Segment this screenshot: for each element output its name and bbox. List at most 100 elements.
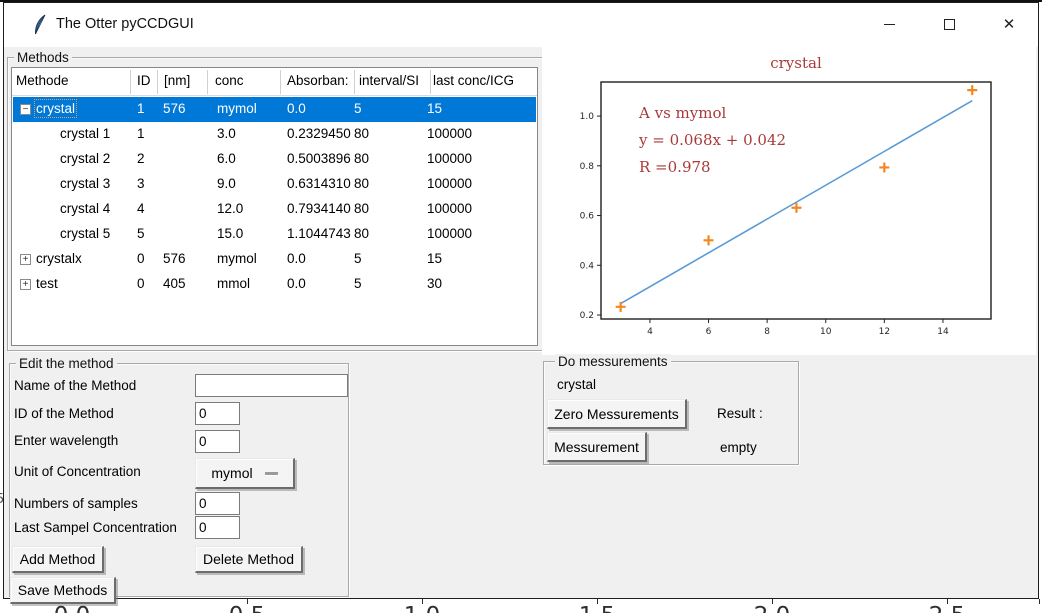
column-header[interactable]: interval/SI xyxy=(359,73,419,88)
unit-dropdown[interactable]: mymol xyxy=(195,458,295,489)
background-axis-tick xyxy=(947,599,948,604)
field-input[interactable] xyxy=(195,430,240,453)
row-cell: 0.0 xyxy=(287,251,306,266)
table-row[interactable]: +crystalx0576mymol0.0515 xyxy=(13,247,536,272)
row-name: crystal xyxy=(36,101,75,116)
row-name: crystal 1 xyxy=(60,126,110,141)
row-cell: 576 xyxy=(163,101,186,116)
table-row[interactable]: crystal 5515.01.104474380100000 xyxy=(13,222,536,247)
background-axis-tick-label: 0.0 xyxy=(54,603,91,613)
row-name: crystalx xyxy=(36,251,82,266)
result-value: empty xyxy=(720,440,757,455)
row-cell: 15.0 xyxy=(217,226,243,241)
svg-text:12: 12 xyxy=(879,327,890,337)
svg-text:8: 8 xyxy=(764,327,770,337)
row-cell: 5 xyxy=(137,226,145,241)
row-cell: 1 xyxy=(137,101,145,116)
row-cell: 0.7934140 xyxy=(287,201,351,216)
selected-method-label: crystal xyxy=(557,377,596,392)
table-row[interactable]: crystal 226.00.500389680100000 xyxy=(13,147,536,172)
column-header[interactable]: [nm] xyxy=(164,73,190,88)
background-edge-fragment: ( xyxy=(0,572,1,587)
table-row[interactable]: crystal 339.00.631431080100000 xyxy=(13,172,536,197)
screenshot-stage: 0.00.51.01.52.02.5('(5( The Otter pyCCDG… xyxy=(0,0,1042,613)
row-cell: 30 xyxy=(427,276,442,291)
table-row[interactable]: −crystal1576mymol0.0515 xyxy=(13,97,536,122)
row-cell: 2 xyxy=(137,151,145,166)
row-cell: 5 xyxy=(354,276,362,291)
svg-text:0.8: 0.8 xyxy=(580,162,595,172)
row-name: test xyxy=(36,276,58,291)
column-header[interactable]: ID xyxy=(137,73,151,88)
row-cell: 100000 xyxy=(427,151,472,166)
field-label: Numbers of samples xyxy=(14,496,138,511)
maximize-icon xyxy=(944,19,955,30)
svg-text:y = 0.068x + 0.042: y = 0.068x + 0.042 xyxy=(638,131,786,149)
row-cell: 1.1044743 xyxy=(287,226,351,241)
table-row[interactable]: crystal 113.00.232945080100000 xyxy=(13,122,536,147)
column-separator[interactable] xyxy=(207,70,208,94)
collapse-icon[interactable]: − xyxy=(20,104,31,115)
close-button[interactable]: ✕ xyxy=(986,3,1032,45)
column-header[interactable]: conc xyxy=(215,73,244,88)
background-edge-fragment: ( xyxy=(0,147,1,162)
row-cell: 6.0 xyxy=(217,151,236,166)
maximize-button[interactable] xyxy=(926,3,972,45)
measurement-chart: 4681012140.20.40.60.81.0crystalA vs mymo… xyxy=(542,47,1036,355)
column-separator[interactable] xyxy=(354,70,355,94)
svg-text:14: 14 xyxy=(937,327,949,337)
column-header[interactable]: Absorban: xyxy=(287,73,349,88)
title-bar: The Otter pyCCDGUI ✕ xyxy=(4,3,1038,47)
field-label: Name of the Method xyxy=(14,378,136,393)
row-cell: mmol xyxy=(217,276,250,291)
table-row[interactable]: crystal 4412.00.793414080100000 xyxy=(13,197,536,222)
row-name: crystal 2 xyxy=(60,151,110,166)
row-cell: 80 xyxy=(354,201,369,216)
column-separator[interactable] xyxy=(130,70,131,94)
background-axis-tick xyxy=(1039,599,1040,604)
svg-text:A vs mymol: A vs mymol xyxy=(638,104,726,122)
row-cell: 3 xyxy=(137,176,145,191)
svg-text:R =0.978: R =0.978 xyxy=(639,158,711,176)
table-row[interactable]: +test0405mmol0.0530 xyxy=(13,272,536,297)
field-input[interactable] xyxy=(195,402,240,425)
background-axis-tick xyxy=(422,599,423,604)
minimize-icon xyxy=(884,24,895,25)
row-cell: 0 xyxy=(137,251,145,266)
dropdown-indicator-icon xyxy=(265,472,278,475)
row-cell: 15 xyxy=(427,101,442,116)
row-cell: 100000 xyxy=(427,126,472,141)
row-cell: 0.0 xyxy=(287,276,306,291)
row-cell: 5 xyxy=(354,251,362,266)
methods-table[interactable]: Methode ID [nm] conc Absorban: interval/SI las… xyxy=(11,67,538,346)
minimize-button[interactable] xyxy=(866,3,912,45)
expand-icon[interactable]: + xyxy=(20,254,31,265)
zero-measurements-button[interactable]: Zero Messurements xyxy=(547,399,687,429)
field-input[interactable] xyxy=(195,492,240,515)
feather-icon xyxy=(32,14,49,36)
svg-text:0.2: 0.2 xyxy=(580,311,594,321)
save-methods-button[interactable]: Save Methods xyxy=(10,577,116,604)
expand-icon[interactable]: + xyxy=(20,279,31,290)
add-method-button[interactable]: Add Method xyxy=(12,546,104,573)
row-cell: 0.0 xyxy=(287,101,306,116)
method-name-input[interactable] xyxy=(195,374,348,397)
background-axis-tick xyxy=(247,599,248,604)
row-cell: 80 xyxy=(354,176,369,191)
column-header[interactable]: last conc/ICG xyxy=(433,73,514,88)
column-separator[interactable] xyxy=(430,70,431,94)
background-axis-tick-label: 2.5 xyxy=(929,603,966,613)
field-input[interactable] xyxy=(195,516,240,539)
background-axis-tick-label: 2.0 xyxy=(754,603,791,613)
measurement-button[interactable]: Messurement xyxy=(547,432,647,462)
row-cell: 80 xyxy=(354,126,369,141)
table-header[interactable]: Methode ID [nm] conc Absorban: interval/SI las… xyxy=(12,68,537,96)
row-name: crystal 3 xyxy=(60,176,110,191)
field-label: Last Sampel Concentration xyxy=(14,520,177,535)
row-cell: 405 xyxy=(163,276,186,291)
row-cell: 576 xyxy=(163,251,186,266)
column-header[interactable]: Methode xyxy=(16,73,69,88)
column-separator[interactable] xyxy=(280,70,281,94)
delete-method-button[interactable]: Delete Method xyxy=(195,546,303,573)
column-separator[interactable] xyxy=(157,70,158,94)
